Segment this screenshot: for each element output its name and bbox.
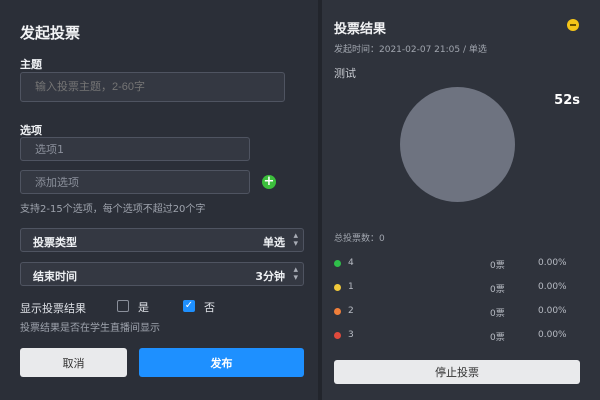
result-count: 0票: [490, 309, 505, 319]
total-votes: 总投票数：0: [334, 234, 385, 244]
show-results-label: 显示投票结果: [20, 302, 86, 315]
add-option-placeholder: 添加选项: [35, 176, 79, 189]
show-results-no-checkbox[interactable]: ✓: [183, 300, 195, 312]
result-percent: 0.00%: [538, 306, 567, 316]
vote-results-panel: 投票结果 发起时间：2021-02-07 21:05 / 单选 测试 52s 总…: [322, 0, 600, 400]
result-count: 0票: [490, 261, 505, 271]
vote-type-select[interactable]: 投票类型 单选 ▴ ▾: [20, 228, 304, 252]
result-count: 0票: [490, 333, 505, 343]
show-results-hint: 投票结果是否在学生直播间显示: [20, 323, 160, 334]
topic-label: 主题: [20, 58, 42, 71]
result-row: 1 0票 0.00%: [334, 282, 574, 296]
results-pie-chart: [400, 87, 515, 202]
plus-circle-icon[interactable]: +: [262, 175, 276, 189]
minimize-icon[interactable]: [567, 19, 579, 31]
countdown-timer: 52s: [554, 93, 580, 108]
options-hint: 支持2-15个选项，每个选项不超过20个字: [20, 204, 206, 215]
show-results-yes-label: 是: [138, 301, 149, 314]
end-time-label: 结束时间: [33, 270, 77, 283]
result-percent: 0.00%: [538, 330, 567, 340]
results-meta: 发起时间：2021-02-07 21:05 / 单选: [334, 45, 487, 55]
show-results-no-label: 否: [204, 301, 215, 314]
end-time-value: 3分钟: [255, 270, 285, 283]
option-input-1[interactable]: 选项1: [20, 137, 250, 161]
option-color-dot: [334, 332, 341, 339]
result-row: 3 0票 0.00%: [334, 330, 574, 344]
add-option-input[interactable]: 添加选项: [20, 170, 250, 194]
result-option: 4: [348, 258, 354, 268]
chevron-up-down-icon: ▴ ▾: [293, 231, 298, 249]
options-label: 选项: [20, 124, 42, 137]
option-color-dot: [334, 284, 341, 291]
create-vote-panel: 发起投票 主题 选项 选项1 添加选项 + 支持2-15个选项，每个选项不超过2…: [0, 0, 318, 400]
result-option: 3: [348, 330, 354, 340]
result-percent: 0.00%: [538, 258, 567, 268]
option-1-text: 选项1: [35, 143, 64, 156]
chevron-up-down-icon: ▴ ▾: [293, 265, 298, 283]
result-option: 2: [348, 306, 354, 316]
result-row: 4 0票 0.00%: [334, 258, 574, 272]
result-count: 0票: [490, 285, 505, 295]
vote-type-label: 投票类型: [33, 236, 77, 249]
end-time-select[interactable]: 结束时间 3分钟 ▴ ▾: [20, 262, 304, 286]
publish-button[interactable]: 发布: [139, 348, 304, 377]
show-results-yes-checkbox[interactable]: [117, 300, 129, 312]
option-color-dot: [334, 308, 341, 315]
result-row: 2 0票 0.00%: [334, 306, 574, 320]
result-option: 1: [348, 282, 354, 292]
topic-input[interactable]: [20, 72, 285, 102]
stop-vote-button[interactable]: 停止投票: [334, 360, 580, 384]
option-color-dot: [334, 260, 341, 267]
vote-question: 测试: [334, 67, 356, 80]
check-icon: ✓: [184, 300, 194, 311]
result-percent: 0.00%: [538, 282, 567, 292]
results-title: 投票结果: [334, 22, 387, 37]
panel-title: 发起投票: [20, 24, 81, 42]
vote-type-value: 单选: [263, 236, 285, 249]
cancel-button[interactable]: 取消: [20, 348, 127, 377]
